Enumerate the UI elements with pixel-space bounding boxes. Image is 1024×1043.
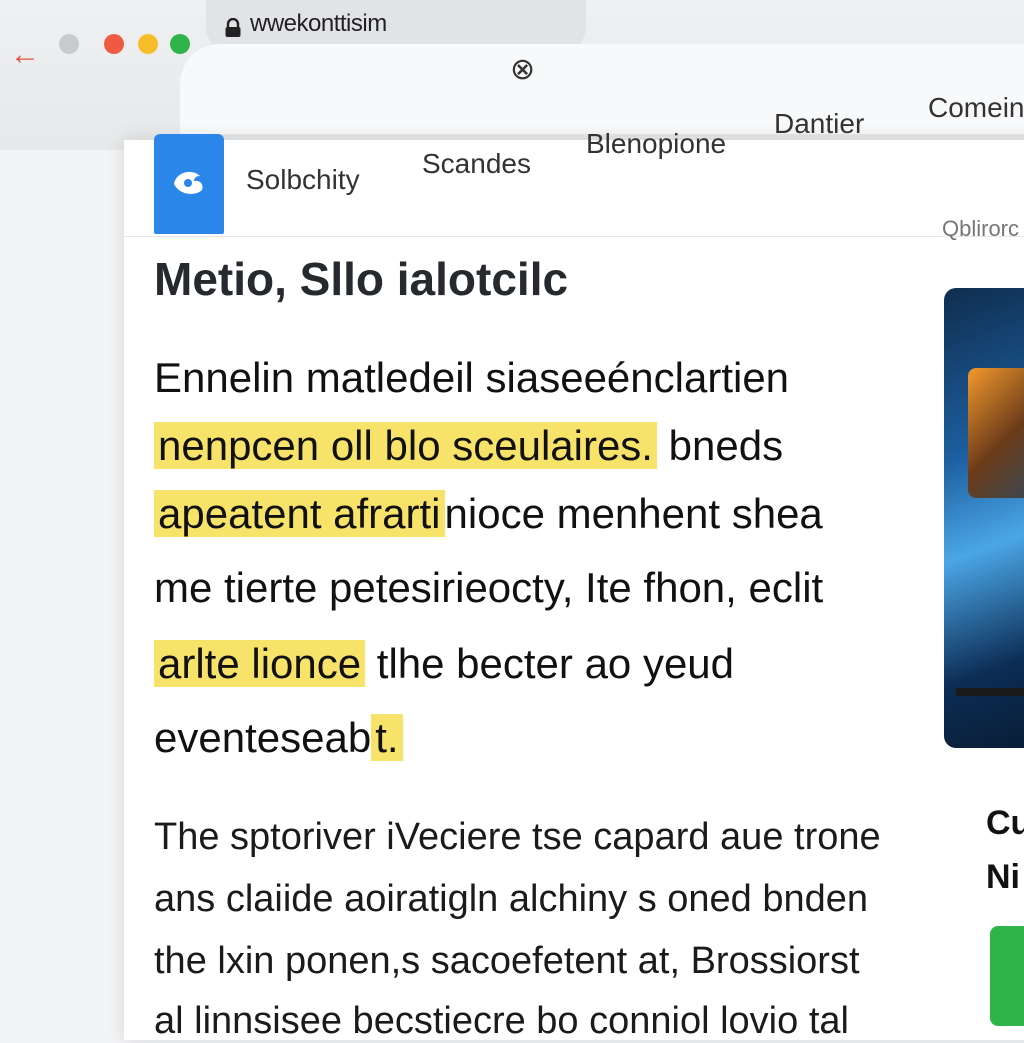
article-title: Metio, Sllo ialotcilc bbox=[154, 253, 569, 305]
nav-item-dantier[interactable]: Dantier bbox=[774, 108, 864, 140]
lead-text: bneds bbox=[656, 422, 784, 469]
highlighted-text: apeatent afrarti bbox=[154, 490, 445, 537]
lead-text: Ennelin matledeil siaseeénclartien bbox=[154, 354, 790, 401]
lead-line: me tierte petesirieocty, Ite fhon, eclit bbox=[154, 564, 823, 612]
preview-scene bbox=[968, 368, 1024, 498]
nav-item-scandes[interactable]: Scandes bbox=[422, 148, 531, 180]
sidebar-card-subtitle: Ni bbox=[986, 858, 1020, 896]
highlighted-text: t. bbox=[371, 714, 403, 761]
sidebar-action-button[interactable] bbox=[990, 926, 1024, 1026]
lead-text: tlhe becter ao yeud bbox=[365, 640, 735, 687]
lead-line: Ennelin matledeil siaseeénclartien bbox=[154, 354, 789, 402]
browser-chrome: ← wwekonttisim ⊗ bbox=[0, 0, 1024, 150]
sidebar-label: Qblirorc bbox=[942, 216, 1020, 241]
highlighted-text: arlte lionce bbox=[154, 640, 366, 687]
close-tab-icon[interactable]: ⊗ bbox=[510, 52, 535, 87]
lead-line: nenpcen oll blo sceulaires. bneds bbox=[154, 422, 783, 470]
site-logo[interactable] bbox=[154, 134, 224, 234]
window-close-dot[interactable] bbox=[104, 34, 124, 54]
nav-brand-link[interactable]: Solbchity bbox=[246, 164, 360, 196]
body-paragraph-line: ans claiide aoiratigln alchiny s oned bn… bbox=[154, 878, 869, 920]
site-nav: Solbchity Scandes Blenopione Dantier Com… bbox=[124, 92, 1024, 237]
window-maximize-dot[interactable] bbox=[170, 34, 190, 54]
web-page: Solbchity Scandes Blenopione Dantier Com… bbox=[124, 92, 1024, 1042]
body-paragraph-line: the lxin ponen,s sacoefetent at, Brossio… bbox=[154, 940, 860, 982]
highlighted-text: nenpcen oll blo sceulaires. bbox=[154, 422, 657, 469]
lead-line: arlte lionce tlhe becter ao yeud bbox=[154, 640, 734, 688]
body-paragraph-line: al linnsisee becstiecre bo conniol lovio… bbox=[154, 1000, 849, 1042]
lock-icon bbox=[225, 18, 241, 37]
lead-text: eventeseab bbox=[154, 714, 372, 761]
bird-logo-icon bbox=[174, 171, 203, 194]
sidebar-card-title: Cu bbox=[986, 804, 1024, 842]
url-text: wwekonttisim bbox=[250, 10, 387, 37]
window-dot-grey[interactable] bbox=[59, 34, 79, 54]
lead-line: apeatent afrartinioce menhent shea bbox=[154, 490, 823, 538]
body-paragraph-line: The sptoriver iVeciere tse capard aue tr… bbox=[154, 816, 881, 858]
lead-text: nioce menhent shea bbox=[444, 490, 823, 537]
back-arrow-icon[interactable]: ← bbox=[10, 40, 40, 70]
video-preview-thumbnail[interactable] bbox=[944, 288, 1024, 748]
preview-control-bar bbox=[956, 688, 1024, 696]
nav-item-blenopione[interactable]: Blenopione bbox=[586, 128, 726, 160]
nav-item-comein[interactable]: Comein bbox=[928, 92, 1024, 124]
lead-text: me tierte petesirieocty, Ite fhon, eclit bbox=[154, 564, 824, 611]
window-minimize-dot[interactable] bbox=[138, 34, 158, 54]
tab-strip: ⊗ bbox=[180, 44, 1024, 134]
lead-line: eventeseabt. bbox=[154, 714, 403, 762]
